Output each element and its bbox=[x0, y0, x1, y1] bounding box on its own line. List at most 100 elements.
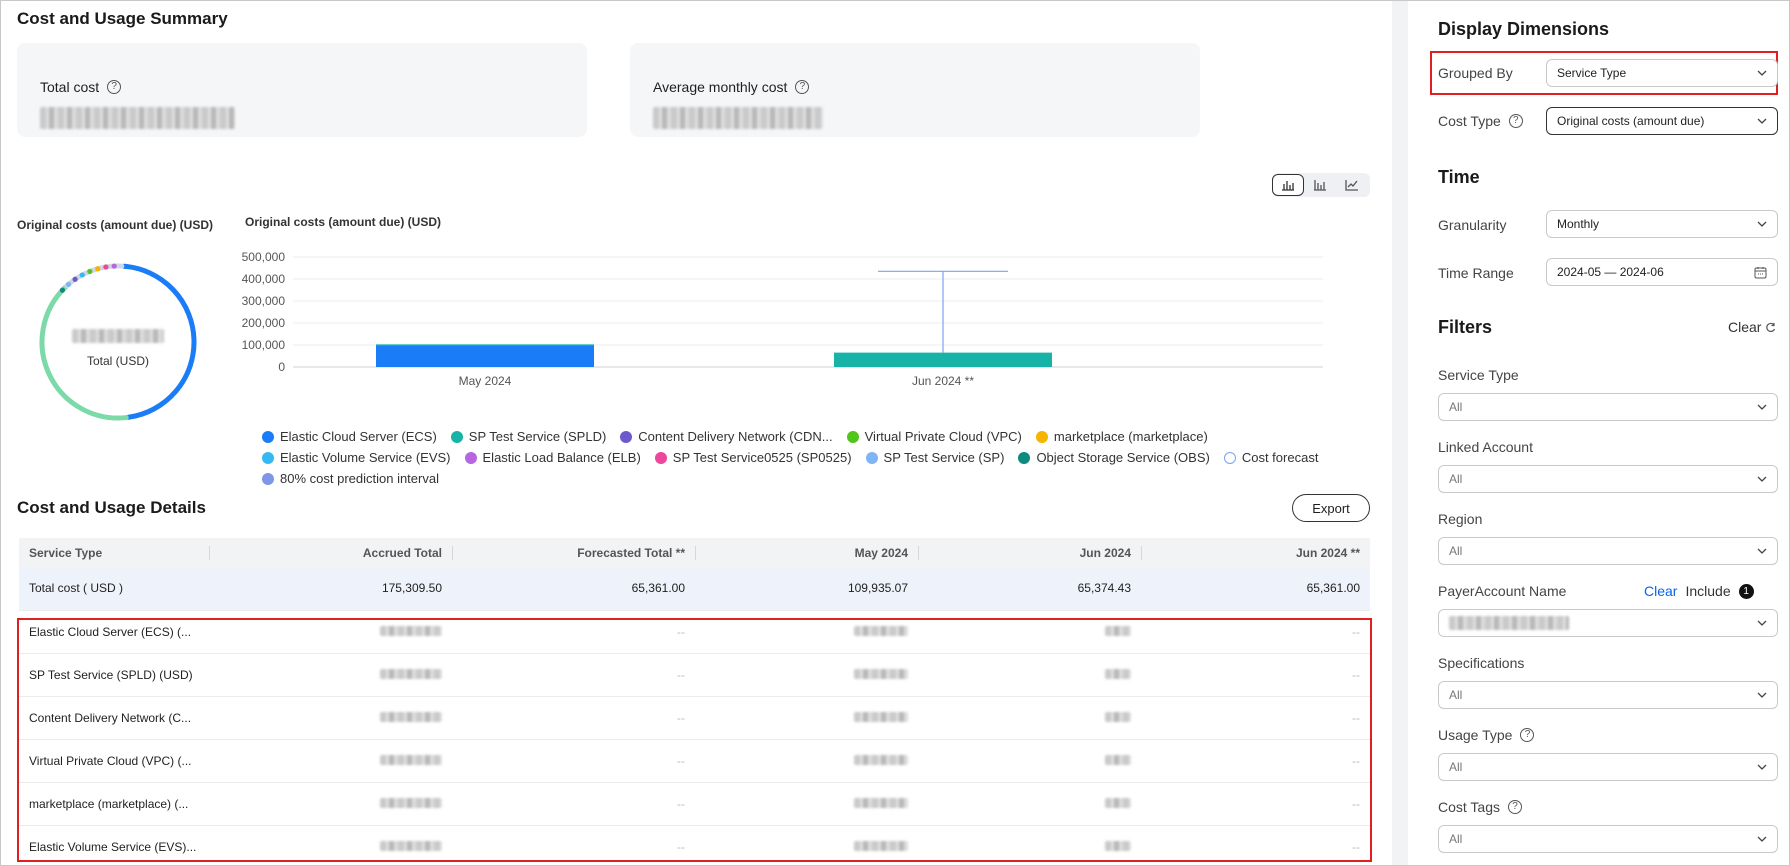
table-cell: 65,374.43 bbox=[918, 567, 1141, 611]
table-cell bbox=[209, 739, 452, 783]
export-button[interactable]: Export bbox=[1292, 494, 1370, 522]
y-tick-label: 500,000 bbox=[242, 250, 286, 264]
cost-type-select[interactable]: Original costs (amount due) bbox=[1546, 107, 1778, 135]
bar-chart-title: Original costs (amount due) (USD) bbox=[245, 215, 442, 229]
legend-item[interactable]: SP Test Service (SP) bbox=[865, 450, 1005, 465]
value-redacted bbox=[854, 625, 908, 636]
value-redacted bbox=[380, 711, 442, 722]
column-header[interactable]: May 2024 bbox=[695, 538, 918, 567]
table-header-row: Service Type Accrued Total Forecasted To… bbox=[19, 538, 1370, 567]
table-row[interactable]: Elastic Volume Service (EVS)... -- -- bbox=[19, 825, 1370, 865]
donut-total-redacted bbox=[72, 329, 164, 343]
donut-center-label: Total (USD) bbox=[86, 354, 149, 368]
legend-item[interactable]: SP Test Service0525 (SP0525) bbox=[654, 450, 852, 465]
legend-item[interactable]: Elastic Load Balance (ELB) bbox=[464, 450, 641, 465]
help-icon[interactable]: ? bbox=[107, 80, 122, 94]
stacked-bar-icon[interactable] bbox=[1304, 174, 1336, 196]
chevron-down-icon bbox=[1757, 764, 1767, 770]
table-row[interactable]: Elastic Cloud Server (ECS) (... -- -- bbox=[19, 610, 1370, 654]
legend-label: marketplace (marketplace) bbox=[1053, 429, 1208, 444]
service-type-label: Service Type bbox=[1438, 367, 1519, 383]
donut-marker bbox=[111, 263, 117, 269]
legend-item[interactable]: Content Delivery Network (CDN... bbox=[620, 429, 833, 444]
payer-account-name-select[interactable] bbox=[1438, 609, 1778, 637]
help-icon[interactable]: ? bbox=[1508, 114, 1523, 128]
table-cell bbox=[695, 782, 918, 826]
cost-type-value: Original costs (amount due) bbox=[1557, 114, 1705, 128]
table-row[interactable]: marketplace (marketplace) (... -- -- bbox=[19, 782, 1370, 826]
filter-sidebar: Display Dimensions Grouped By Service Ty… bbox=[1408, 1, 1789, 865]
table-cell: -- bbox=[1141, 696, 1370, 740]
legend-item[interactable]: Virtual Private Cloud (VPC) bbox=[846, 429, 1022, 444]
table-cell bbox=[209, 610, 452, 654]
average-monthly-cost-value-redacted bbox=[653, 107, 823, 129]
chevron-down-icon bbox=[1757, 221, 1767, 227]
legend-item[interactable]: 80% cost prediction interval bbox=[262, 471, 439, 486]
granularity-select[interactable]: Monthly bbox=[1546, 210, 1778, 238]
service-type-select[interactable]: All bbox=[1438, 393, 1778, 421]
usage-type-select[interactable]: All bbox=[1438, 753, 1778, 781]
table-row[interactable]: Virtual Private Cloud (VPC) (... -- -- bbox=[19, 739, 1370, 783]
line-chart-icon[interactable] bbox=[1336, 174, 1368, 196]
table-row[interactable]: Content Delivery Network (C... -- -- bbox=[19, 696, 1370, 740]
chevron-down-icon bbox=[1757, 548, 1767, 554]
legend-label: SP Test Service (SP) bbox=[883, 450, 1005, 465]
filters-clear-button[interactable]: Clear bbox=[1728, 319, 1776, 335]
help-icon[interactable]: ? bbox=[1508, 800, 1522, 814]
value-redacted bbox=[854, 668, 908, 679]
value-redacted bbox=[854, 754, 908, 765]
bar[interactable] bbox=[834, 352, 1052, 367]
time-range-value: 2024-05 — 2024-06 bbox=[1557, 265, 1664, 279]
payer-clear-link[interactable]: Clear bbox=[1644, 583, 1677, 599]
linked-account-select[interactable]: All bbox=[1438, 465, 1778, 493]
region-value: All bbox=[1449, 544, 1463, 558]
cost-tags-label: Cost Tags bbox=[1438, 799, 1500, 815]
legend-swatch bbox=[846, 430, 859, 443]
average-monthly-cost-card: Average monthly cost ? bbox=[630, 43, 1200, 137]
column-header[interactable]: Jun 2024 ** bbox=[1141, 538, 1370, 567]
donut-marker bbox=[72, 276, 78, 282]
chart-legend: Elastic Cloud Server (ECS) SP Test Servic… bbox=[262, 429, 1372, 486]
legend-swatch bbox=[262, 430, 274, 443]
total-row: Total cost ( USD ) 175,309.50 65,361.00 … bbox=[19, 567, 1370, 611]
service-type-value: All bbox=[1449, 400, 1463, 414]
help-icon[interactable]: ? bbox=[1520, 728, 1535, 742]
specifications-select[interactable]: All bbox=[1438, 681, 1778, 709]
legend-label: Virtual Private Cloud (VPC) bbox=[864, 429, 1022, 444]
grouped-by-select[interactable]: Service Type bbox=[1546, 59, 1778, 87]
bar[interactable] bbox=[376, 345, 594, 367]
legend-item[interactable]: Elastic Cloud Server (ECS) bbox=[262, 429, 437, 444]
legend-item[interactable]: Object Storage Service (OBS) bbox=[1018, 450, 1210, 465]
column-header[interactable]: Accrued Total bbox=[209, 538, 452, 567]
linked-account-value: All bbox=[1449, 472, 1463, 486]
legend-item[interactable]: marketplace (marketplace) bbox=[1035, 429, 1208, 444]
region-select[interactable]: All bbox=[1438, 537, 1778, 565]
bar[interactable] bbox=[376, 344, 594, 346]
column-header[interactable]: Forecasted Total ** bbox=[452, 538, 695, 567]
legend-item[interactable]: Elastic Volume Service (EVS) bbox=[262, 450, 451, 465]
details-title: Cost and Usage Details bbox=[17, 498, 206, 517]
legend-item[interactable]: Cost forecast bbox=[1223, 450, 1318, 465]
chevron-down-icon bbox=[1757, 620, 1767, 626]
legend-item[interactable]: SP Test Service (SPLD) bbox=[450, 429, 606, 444]
donut-marker bbox=[95, 266, 101, 272]
table-cell: -- bbox=[1141, 739, 1370, 783]
table-row[interactable]: SP Test Service (SPLD) (USD) -- -- bbox=[19, 653, 1370, 697]
grouped-by-value: Service Type bbox=[1557, 66, 1627, 80]
chevron-down-icon bbox=[1757, 118, 1767, 124]
time-range-picker[interactable]: 2024-05 — 2024-06 bbox=[1546, 258, 1778, 286]
value-redacted bbox=[854, 797, 908, 808]
x-tick-label: May 2024 bbox=[459, 374, 512, 388]
donut-segment[interactable] bbox=[64, 263, 125, 289]
legend-swatch bbox=[1018, 451, 1031, 464]
help-icon[interactable]: ? bbox=[795, 80, 810, 94]
payer-include-label[interactable]: Include bbox=[1685, 583, 1730, 599]
column-header[interactable]: Jun 2024 bbox=[918, 538, 1141, 567]
table-cell: -- bbox=[452, 696, 695, 740]
column-header[interactable]: Service Type bbox=[19, 538, 209, 567]
table-cell bbox=[918, 825, 1141, 865]
bar-chart-icon[interactable] bbox=[1272, 174, 1304, 196]
service-type-cell: SP Test Service (SPLD) (USD) bbox=[19, 653, 209, 697]
table-cell bbox=[695, 825, 918, 865]
cost-tags-select[interactable]: All bbox=[1438, 825, 1778, 853]
